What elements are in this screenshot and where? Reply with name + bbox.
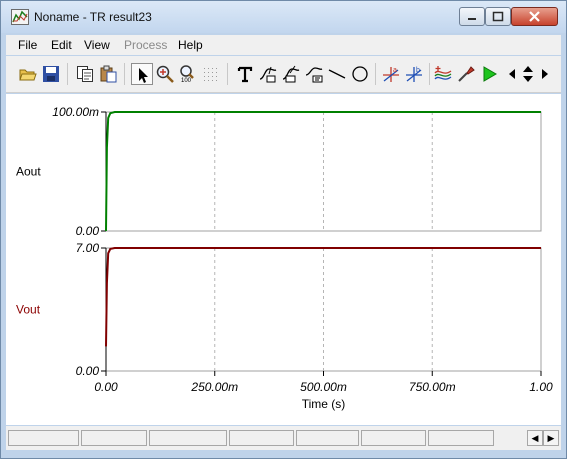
plot-area: 100.00m 0.00 Aout 7.00 0.00 Vout 0.00 250.00m… bbox=[6, 94, 561, 425]
svg-text:a: a bbox=[393, 67, 397, 74]
status-segment bbox=[149, 430, 227, 446]
menu-file[interactable]: File bbox=[18, 38, 37, 52]
transient-chart[interactable]: 100.00m 0.00 Aout 7.00 0.00 Vout 0.00 250.00m… bbox=[6, 94, 561, 425]
toolbar-separator bbox=[227, 63, 228, 85]
x-axis-title: Time (s) bbox=[302, 397, 346, 411]
cursor-a-button[interactable]: a bbox=[380, 63, 402, 85]
toolbar-separator bbox=[375, 63, 376, 85]
maximize-button[interactable] bbox=[485, 7, 511, 26]
menu-process[interactable]: Process bbox=[124, 38, 167, 52]
scroll-right-button[interactable]: ▶ bbox=[543, 430, 559, 446]
y-tick-label: 100.00m bbox=[52, 105, 99, 119]
pointer-button[interactable] bbox=[131, 63, 153, 85]
status-segment bbox=[8, 430, 79, 446]
line-button[interactable] bbox=[326, 63, 348, 85]
y-tick-label: 7.00 bbox=[76, 241, 100, 255]
window-title: Noname - TR result23 bbox=[34, 10, 152, 24]
svg-text:b: b bbox=[416, 67, 420, 74]
x-tick-label: 500.00m bbox=[300, 380, 347, 394]
scroll-right-icon: ▶ bbox=[547, 433, 555, 443]
x-tick-label: 250.00m bbox=[190, 380, 238, 394]
minimize-icon bbox=[460, 14, 484, 28]
text-button[interactable] bbox=[234, 63, 256, 85]
title-bar[interactable]: Noname - TR result23 bbox=[1, 1, 566, 33]
copy-button[interactable] bbox=[74, 63, 96, 85]
y-tick-label: 0.00 bbox=[76, 364, 100, 378]
maximize-icon bbox=[486, 11, 510, 28]
aout-panel: 100.00m 0.00 Aout bbox=[16, 105, 542, 238]
circle-button[interactable] bbox=[349, 63, 371, 85]
curve-measure-button[interactable] bbox=[280, 63, 302, 85]
probe-button[interactable] bbox=[455, 63, 477, 85]
status-segment bbox=[428, 430, 494, 446]
zoom-100-button[interactable]: 100 bbox=[177, 63, 199, 85]
curve-annotate-button[interactable] bbox=[257, 63, 279, 85]
menu-help[interactable]: Help bbox=[178, 38, 203, 52]
menu-edit[interactable]: Edit bbox=[51, 38, 72, 52]
svg-text:100: 100 bbox=[181, 78, 192, 83]
series-label-vout: Vout bbox=[16, 303, 41, 317]
nav-updown-button[interactable] bbox=[520, 63, 535, 85]
scroll-left-icon: ◀ bbox=[531, 433, 539, 443]
multi-curve-button[interactable] bbox=[432, 63, 454, 85]
cursor-b-button[interactable]: b bbox=[403, 63, 425, 85]
x-tick-label: 0.00 bbox=[94, 380, 118, 394]
app-window: Noname - TR result23 File Edit View Proc… bbox=[0, 0, 567, 459]
y-tick-label: 0.00 bbox=[76, 224, 100, 238]
x-tick-label: 1.00 bbox=[529, 380, 553, 394]
status-segment bbox=[296, 430, 359, 446]
close-icon bbox=[512, 11, 557, 28]
vout-panel: 7.00 0.00 Vout bbox=[16, 241, 542, 378]
x-tick-label: 750.00m bbox=[409, 380, 456, 394]
plot-frame bbox=[105, 111, 542, 232]
paste-button[interactable] bbox=[97, 63, 119, 85]
status-segment bbox=[81, 430, 147, 446]
series-label-aout: Aout bbox=[16, 165, 41, 179]
toolbar-separator bbox=[429, 63, 430, 85]
time-axis: 0.00 250.00m 500.00m 750.00m 1.00 Time (s) bbox=[94, 371, 553, 411]
nav-right-button[interactable] bbox=[537, 63, 552, 85]
toolbar: 100 a b bbox=[6, 56, 561, 93]
zoom-in-button[interactable] bbox=[154, 63, 176, 85]
close-button[interactable] bbox=[511, 7, 558, 26]
status-segment bbox=[229, 430, 294, 446]
status-bar: ◀ ▶ bbox=[6, 426, 561, 450]
toolbar-separator bbox=[67, 63, 68, 85]
curve-label-button[interactable] bbox=[303, 63, 325, 85]
menu-view[interactable]: View bbox=[84, 38, 110, 52]
minimize-button[interactable] bbox=[459, 7, 485, 26]
scroll-left-button[interactable]: ◀ bbox=[527, 430, 543, 446]
menu-bar: File Edit View Process Help bbox=[6, 35, 561, 55]
status-segment bbox=[361, 430, 426, 446]
grid-button[interactable] bbox=[200, 63, 222, 85]
toolbar-separator bbox=[124, 63, 125, 85]
chart-app-icon bbox=[11, 9, 29, 25]
open-button[interactable] bbox=[17, 63, 39, 85]
run-button[interactable] bbox=[478, 63, 500, 85]
nav-left-button[interactable] bbox=[504, 63, 519, 85]
save-button[interactable] bbox=[40, 63, 62, 85]
